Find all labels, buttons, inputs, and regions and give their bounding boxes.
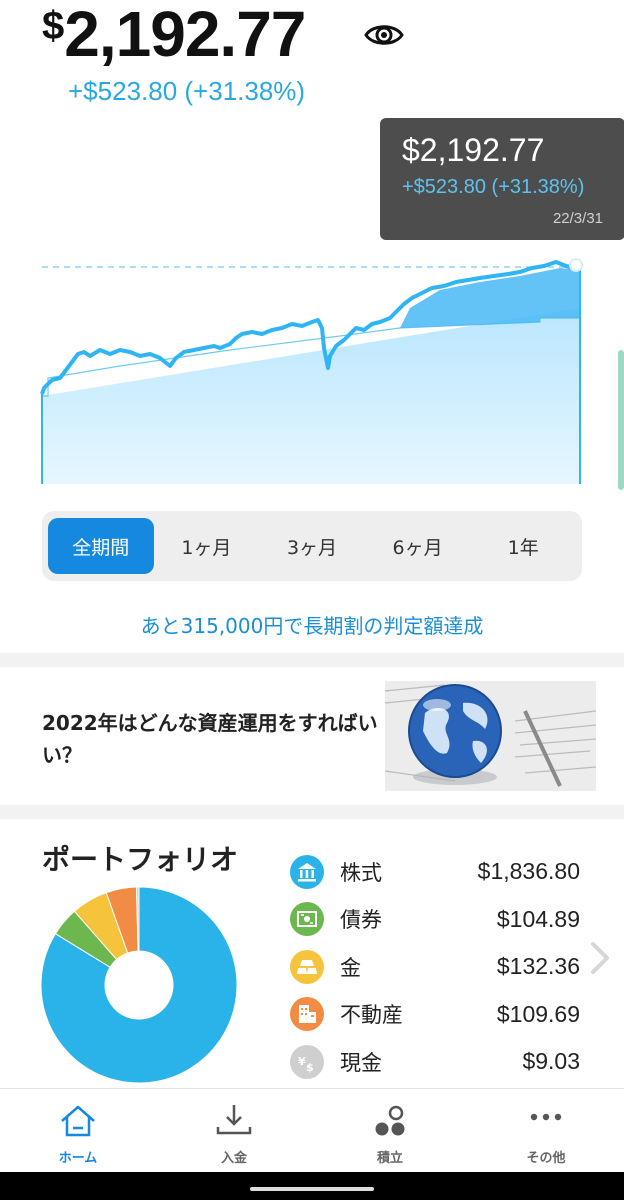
portfolio-row-gold[interactable]: 金 $132.36 bbox=[290, 943, 580, 991]
period-tab-3-months[interactable]: 3ヶ月 bbox=[259, 518, 365, 574]
system-navigation-bar bbox=[0, 1172, 624, 1200]
bank-icon bbox=[290, 854, 324, 889]
total-gain: +$523.80 (+31.38%) bbox=[68, 76, 306, 106]
portfolio-donut-chart[interactable] bbox=[40, 886, 238, 1084]
eye-icon[interactable] bbox=[364, 18, 404, 52]
period-selector: 全期間 1ヶ月 3ヶ月 6ヶ月 1年 bbox=[42, 511, 582, 581]
chevron-right-icon[interactable] bbox=[588, 940, 612, 976]
tooltip-amount: $2,192.77 bbox=[402, 132, 545, 168]
article-thumbnail[interactable] bbox=[385, 681, 596, 791]
building-icon bbox=[290, 997, 324, 1032]
total-balance: $ 2,192.77 bbox=[42, 0, 306, 80]
portfolio-label: 株式 bbox=[340, 860, 382, 885]
portfolio-title: ポートフォリオ bbox=[42, 843, 239, 876]
portfolio-value: $104.89 bbox=[496, 905, 580, 932]
portfolio-label: 現金 bbox=[340, 1050, 382, 1075]
portfolio-list[interactable]: 株式 $1,836.80 債券 $104.89 金 $132.36 不動産 $1… bbox=[290, 848, 580, 1086]
portfolio-row-real-estate[interactable]: 不動産 $109.69 bbox=[290, 991, 580, 1039]
portfolio-label: 不動産 bbox=[340, 1003, 403, 1028]
nav-home[interactable]: ホーム bbox=[0, 1089, 156, 1172]
period-tab-1-month[interactable]: 1ヶ月 bbox=[154, 518, 260, 574]
yen-dollar-coin-icon: ¥ $ bbox=[290, 1044, 324, 1079]
balance-amount: 2,192.77 bbox=[64, 0, 306, 70]
bottom-navigation: ホーム 入金 積立 その他 bbox=[0, 1088, 624, 1172]
selected-point-marker bbox=[569, 258, 583, 272]
globe-on-newspaper-image bbox=[385, 681, 596, 791]
nav-label: ホーム bbox=[58, 1151, 98, 1166]
portfolio-label: 債券 bbox=[340, 908, 382, 933]
portfolio-value: $9.03 bbox=[522, 1048, 580, 1075]
portfolio-row-cash[interactable]: ¥ $ 現金 $9.03 bbox=[290, 1038, 580, 1086]
article-title[interactable]: 2022年はどんな資産運用をすればいい？ bbox=[42, 707, 382, 771]
period-tab-all[interactable]: 全期間 bbox=[48, 518, 154, 574]
section-divider bbox=[0, 653, 624, 667]
scrollbar[interactable] bbox=[618, 350, 624, 490]
period-tab-1-year[interactable]: 1年 bbox=[470, 518, 576, 574]
currency-symbol: $ bbox=[42, 4, 65, 48]
portfolio-value: $1,836.80 bbox=[477, 858, 580, 885]
section-divider bbox=[0, 805, 624, 819]
more-dots-icon bbox=[530, 1113, 562, 1121]
period-tab-6-months[interactable]: 6ヶ月 bbox=[365, 518, 471, 574]
portfolio-label: 金 bbox=[340, 955, 361, 980]
performance-chart[interactable] bbox=[0, 248, 624, 488]
svg-text:¥: ¥ bbox=[298, 1055, 306, 1068]
gold-bars-icon bbox=[290, 949, 324, 984]
portfolio-value: $109.69 bbox=[496, 1000, 580, 1027]
nav-deposit[interactable]: 入金 bbox=[156, 1089, 312, 1172]
portfolio-row-stocks[interactable]: 株式 $1,836.80 bbox=[290, 848, 580, 896]
chart-tooltip: $2,192.77 +$523.80 (+31.38%) 22/3/31 bbox=[380, 118, 624, 240]
nav-more[interactable]: その他 bbox=[468, 1089, 624, 1172]
home-icon bbox=[61, 1105, 95, 1137]
tooltip-gain: +$523.80 (+31.38%) bbox=[402, 176, 585, 198]
nav-accumulation[interactable]: 積立 bbox=[312, 1089, 468, 1172]
portfolio-value: $132.36 bbox=[496, 953, 580, 980]
tooltip-date: 22/3/31 bbox=[552, 210, 603, 227]
home-indicator[interactable] bbox=[250, 1187, 374, 1191]
long-term-discount-link[interactable]: あと315,000円で長期割の判定額達成 bbox=[0, 610, 624, 639]
invested-area bbox=[42, 308, 580, 484]
nav-label: その他 bbox=[526, 1151, 566, 1166]
bond-certificate-icon bbox=[290, 902, 324, 937]
nav-label: 積立 bbox=[376, 1151, 403, 1166]
nav-label: 入金 bbox=[220, 1151, 247, 1166]
svg-text:$: $ bbox=[306, 1061, 314, 1073]
portfolio-row-bonds[interactable]: 債券 $104.89 bbox=[290, 896, 580, 944]
deposit-download-icon bbox=[216, 1105, 252, 1135]
accumulation-dots-icon bbox=[375, 1105, 405, 1136]
